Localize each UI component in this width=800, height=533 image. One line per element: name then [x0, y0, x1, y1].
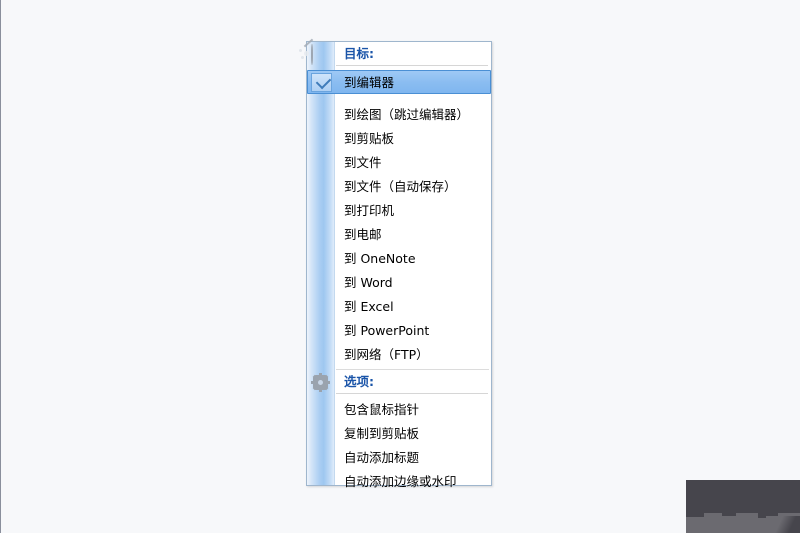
menu-item-label: 自动添加边缘或水印	[344, 474, 457, 489]
menu-item-label: 到编辑器	[344, 75, 395, 90]
menu-item-include-cursor[interactable]: 包含鼠标指针	[307, 398, 491, 422]
menu-item-to-excel[interactable]: 到 Excel	[307, 295, 491, 319]
menu-item-label: 到绘图（跳过编辑器）	[344, 107, 470, 122]
menu-item-label: 包含鼠标指针	[344, 402, 420, 417]
menu-item-to-editor[interactable]: 到编辑器	[307, 70, 491, 94]
menu-item-to-drawing[interactable]: 到绘图（跳过编辑器）	[307, 103, 491, 127]
menu-item-label: 到 Excel	[344, 299, 394, 314]
section-header-underline	[336, 393, 488, 394]
menu-item-to-word[interactable]: 到 Word	[307, 271, 491, 295]
menu-item-to-onenote[interactable]: 到 OneNote	[307, 247, 491, 271]
menu-item-to-ftp[interactable]: 到网络（FTP）	[307, 343, 491, 367]
dark-shape-notch	[722, 513, 736, 516]
menu-item-label: 到 PowerPoint	[344, 323, 430, 338]
dark-shape-upper-band	[686, 480, 800, 515]
gear-icon	[311, 373, 330, 392]
menu-item-label: 到文件	[344, 155, 382, 170]
menu-item-label: 复制到剪贴板	[344, 426, 420, 441]
menu-item-to-printer[interactable]: 到打印机	[307, 199, 491, 223]
menu-item-copy-to-clipboard[interactable]: 复制到剪贴板	[307, 422, 491, 446]
bottom-right-dark-shape	[686, 480, 800, 533]
menu-body: 目标: 到编辑器 到绘图（跳过编辑器） 到剪贴板 到文件 到文件（自动保存） 到…	[303, 38, 491, 489]
dark-shape-right-fade	[766, 516, 800, 533]
menu-item-label: 到电邮	[344, 227, 382, 242]
dark-shape-notch	[686, 513, 704, 517]
section-header-underline	[336, 65, 488, 66]
menu-item-to-file[interactable]: 到文件	[307, 151, 491, 175]
menu-item-label: 到 OneNote	[344, 251, 416, 266]
capture-destination-context-menu: 目标: 到编辑器 到绘图（跳过编辑器） 到剪贴板 到文件 到文件（自动保存） 到…	[303, 38, 492, 489]
section-header-options: 选项:	[307, 370, 491, 394]
section-header-target-label: 目标:	[344, 46, 374, 61]
palette-icon	[303, 38, 330, 65]
checkmark-icon	[311, 73, 332, 92]
menu-item-to-clipboard[interactable]: 到剪贴板	[307, 127, 491, 151]
menu-item-label: 到文件（自动保存）	[344, 179, 457, 194]
menu-item-auto-add-title[interactable]: 自动添加标题	[307, 446, 491, 470]
page-left-edge-rule	[0, 0, 1, 533]
section-header-target: 目标:	[303, 38, 491, 66]
menu-item-to-file-autosave[interactable]: 到文件（自动保存）	[307, 175, 491, 199]
menu-item-to-email[interactable]: 到电邮	[307, 223, 491, 247]
menu-item-label: 到网络（FTP）	[344, 347, 429, 362]
menu-item-label: 自动添加标题	[344, 450, 420, 465]
section-header-options-label: 选项:	[344, 374, 374, 389]
menu-item-label: 到 Word	[344, 275, 393, 290]
menu-item-label: 到剪贴板	[344, 131, 395, 146]
menu-item-label: 到打印机	[344, 203, 395, 218]
menu-item-to-powerpoint[interactable]: 到 PowerPoint	[307, 319, 491, 343]
menu-item-auto-add-border-watermark[interactable]: 自动添加边缘或水印	[307, 470, 491, 494]
